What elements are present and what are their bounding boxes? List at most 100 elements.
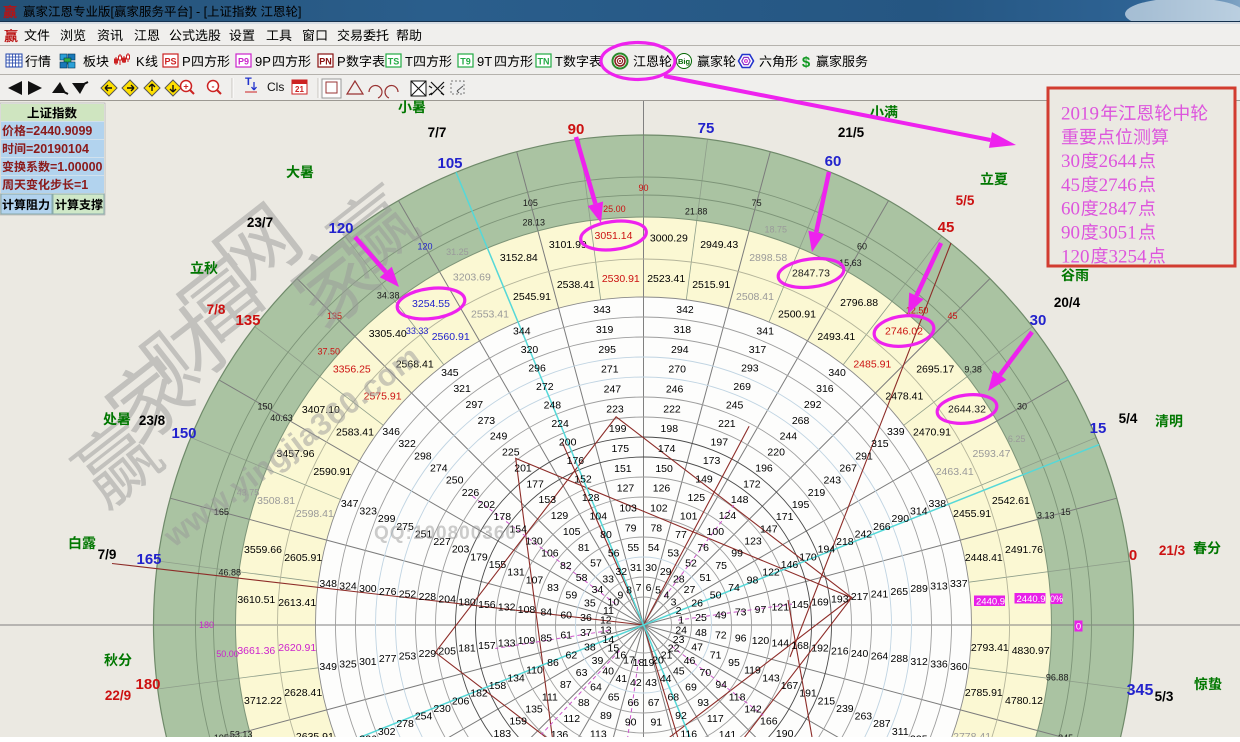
svg-text:151: 151 [614, 463, 632, 475]
svg-text:240: 240 [851, 648, 869, 660]
svg-text:50.00: 50.00 [216, 649, 239, 659]
svg-text:6.25: 6.25 [1008, 434, 1026, 444]
svg-text:28: 28 [673, 574, 685, 586]
svg-text:41: 41 [615, 673, 627, 685]
svg-text:229: 229 [419, 648, 437, 660]
svg-text:323: 323 [359, 506, 377, 518]
svg-text:120: 120 [328, 220, 353, 237]
svg-text:302: 302 [378, 726, 396, 737]
svg-text:147: 147 [760, 523, 778, 535]
svg-text:248: 248 [544, 400, 562, 412]
svg-text:270: 270 [668, 364, 686, 376]
svg-text:72: 72 [715, 630, 727, 642]
svg-text:322: 322 [398, 438, 416, 450]
svg-text:96.88: 96.88 [1046, 673, 1069, 683]
svg-text:70: 70 [700, 667, 712, 679]
svg-text:313: 313 [930, 581, 948, 593]
svg-text:225: 225 [502, 447, 520, 459]
svg-text:TN: TN [538, 57, 550, 67]
svg-text:345: 345 [1127, 682, 1154, 699]
svg-text:123: 123 [744, 536, 762, 548]
svg-text:125: 125 [688, 492, 706, 504]
svg-text:129: 129 [551, 510, 569, 522]
svg-text:2019: 2019 [1061, 104, 1099, 125]
svg-text:101: 101 [680, 511, 698, 523]
svg-text:278: 278 [396, 718, 414, 730]
svg-text:51: 51 [700, 572, 712, 584]
svg-text:31.25: 31.25 [446, 247, 469, 257]
svg-text:226: 226 [462, 487, 480, 499]
svg-text:52: 52 [685, 558, 697, 570]
svg-text:78: 78 [650, 522, 662, 534]
svg-text:148: 148 [731, 494, 749, 506]
svg-text:318: 318 [674, 324, 692, 336]
svg-text:+: + [183, 82, 188, 92]
svg-text:180: 180 [199, 620, 214, 630]
svg-text:116: 116 [680, 729, 697, 738]
svg-text:9P: 9P [255, 54, 271, 69]
svg-text:113: 113 [590, 729, 607, 738]
svg-text:109: 109 [518, 635, 536, 647]
svg-text:43: 43 [645, 677, 657, 689]
svg-text:2478.41: 2478.41 [885, 391, 923, 403]
svg-text:=2440.9099: =2440.9099 [26, 124, 92, 138]
svg-text:83: 83 [547, 582, 559, 594]
svg-text:81: 81 [578, 542, 590, 554]
svg-text:90: 90 [625, 717, 637, 729]
svg-text:174: 174 [658, 443, 676, 455]
svg-text:104: 104 [590, 511, 608, 523]
svg-text:112: 112 [563, 713, 580, 725]
svg-text:324: 324 [339, 581, 357, 593]
svg-text:59: 59 [566, 590, 578, 602]
svg-text:243: 243 [824, 475, 842, 487]
svg-text:2593.47: 2593.47 [973, 448, 1011, 460]
svg-text:128: 128 [582, 492, 600, 504]
svg-text:75: 75 [698, 120, 715, 137]
svg-text:3051.14: 3051.14 [595, 230, 633, 242]
svg-text:247: 247 [604, 384, 622, 396]
svg-text:230: 230 [433, 703, 451, 715]
svg-text:2949.43: 2949.43 [700, 239, 738, 251]
svg-text:314: 314 [910, 506, 928, 518]
svg-text:170: 170 [799, 551, 817, 563]
svg-text:301: 301 [359, 656, 377, 668]
svg-text:3508.81: 3508.81 [257, 495, 295, 507]
svg-text:108: 108 [518, 604, 536, 616]
svg-text:3712.22: 3712.22 [244, 695, 282, 707]
svg-text:102: 102 [650, 503, 668, 515]
svg-text:88: 88 [578, 697, 590, 709]
svg-text:46: 46 [684, 655, 696, 667]
svg-text:127: 127 [617, 483, 635, 495]
svg-text:172: 172 [743, 478, 761, 490]
svg-text:30: 30 [645, 562, 657, 574]
svg-text:312: 312 [910, 656, 928, 668]
svg-text:2847.73: 2847.73 [792, 268, 830, 280]
svg-text:89: 89 [600, 710, 612, 722]
svg-text:2493.41: 2493.41 [817, 331, 855, 343]
svg-text:296: 296 [528, 363, 546, 375]
svg-text:178: 178 [494, 511, 512, 523]
svg-text:5/5: 5/5 [956, 193, 975, 208]
svg-text:134: 134 [507, 672, 525, 684]
svg-text:36: 36 [580, 612, 592, 624]
svg-text:264: 264 [871, 651, 889, 663]
svg-text:2590.91: 2590.91 [313, 466, 351, 478]
svg-text:159: 159 [509, 716, 527, 728]
svg-text:QQ:100800360: QQ:100800360 [374, 523, 517, 544]
svg-text:64: 64 [590, 681, 602, 693]
svg-text:45: 45 [1061, 175, 1080, 196]
svg-text:3203.69: 3203.69 [453, 272, 491, 284]
svg-text:2695.17: 2695.17 [916, 364, 954, 376]
svg-text:6: 6 [646, 582, 652, 594]
svg-text:130: 130 [525, 536, 543, 548]
svg-text:319: 319 [596, 324, 614, 336]
svg-text:34.38: 34.38 [377, 290, 400, 300]
svg-text:75: 75 [715, 560, 727, 572]
svg-text:3610.51: 3610.51 [237, 594, 275, 606]
svg-text:60: 60 [560, 609, 572, 621]
svg-text:291: 291 [855, 450, 873, 462]
svg-text:110: 110 [526, 665, 543, 677]
svg-text:3: 3 [671, 596, 677, 608]
svg-text:2620.91: 2620.91 [278, 642, 316, 654]
svg-text:196: 196 [755, 462, 773, 474]
